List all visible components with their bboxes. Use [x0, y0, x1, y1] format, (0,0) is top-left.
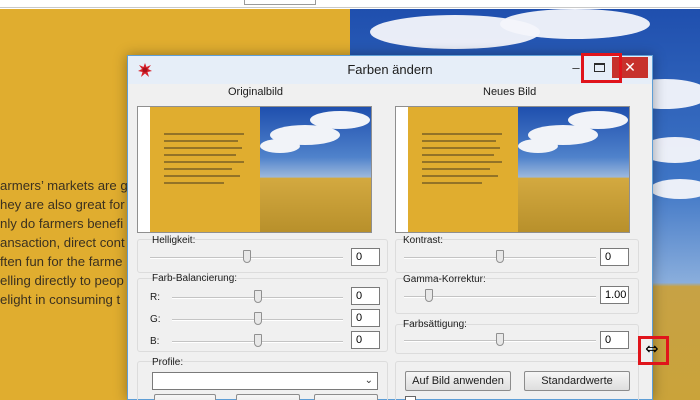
new-image-preview: [395, 106, 630, 233]
original-image-label: Originalbild: [228, 86, 284, 98]
red-channel-label: R:: [150, 292, 160, 303]
maximize-highlight-box: [581, 53, 622, 83]
profile-button-1[interactable]: [154, 394, 216, 400]
blue-value-input[interactable]: 0: [351, 331, 380, 349]
red-slider-thumb[interactable]: [253, 290, 262, 303]
profile-label: Profile:: [152, 357, 184, 368]
green-slider-thumb[interactable]: [253, 312, 262, 325]
dialog-titlebar[interactable]: Farben ändern – ✕: [128, 53, 652, 84]
saturation-value-input[interactable]: 0: [600, 331, 629, 349]
gamma-label: Gamma-Korrektur:: [403, 274, 486, 285]
color-change-dialog: Farben ändern – ✕ Originalbild Neues Bil…: [127, 53, 653, 400]
new-image-label: Neues Bild: [483, 86, 537, 98]
background-toolbar: [0, 0, 700, 8]
chevron-down-icon: ⌄: [364, 375, 373, 386]
resize-horizontal-icon: ⇔: [645, 339, 659, 358]
apply-to-image-button[interactable]: Auf Bild anwenden: [405, 371, 511, 391]
blue-channel-label: B:: [150, 336, 160, 347]
contrast-label: Kontrast:: [403, 235, 444, 246]
green-value-input[interactable]: 0: [351, 309, 380, 327]
original-image-preview: [137, 106, 372, 233]
red-value-input[interactable]: 0: [351, 287, 380, 305]
background-input[interactable]: [244, 0, 316, 5]
defaults-button[interactable]: Standardwerte: [524, 371, 630, 391]
color-balance-label: Farb-Balancierung:: [152, 273, 238, 284]
contrast-slider-thumb[interactable]: [496, 250, 504, 263]
profile-dropdown[interactable]: ⌄: [152, 372, 378, 390]
profile-button-3[interactable]: [314, 394, 378, 400]
gamma-slider-thumb[interactable]: [424, 289, 433, 302]
contrast-value-input[interactable]: 0: [600, 248, 629, 266]
gamma-value-input[interactable]: 1.00: [600, 286, 629, 304]
brightness-label: Helligkeit:: [152, 235, 196, 246]
saturation-slider-thumb[interactable]: [496, 333, 504, 346]
profile-button-2[interactable]: [236, 394, 300, 400]
green-channel-label: G:: [150, 314, 161, 325]
option-checkbox[interactable]: [405, 396, 416, 400]
blue-slider-thumb[interactable]: [253, 334, 262, 347]
brightness-value-input[interactable]: 0: [351, 248, 380, 266]
saturation-label: Farbsättigung:: [403, 319, 467, 330]
brightness-slider-thumb[interactable]: [242, 250, 251, 263]
